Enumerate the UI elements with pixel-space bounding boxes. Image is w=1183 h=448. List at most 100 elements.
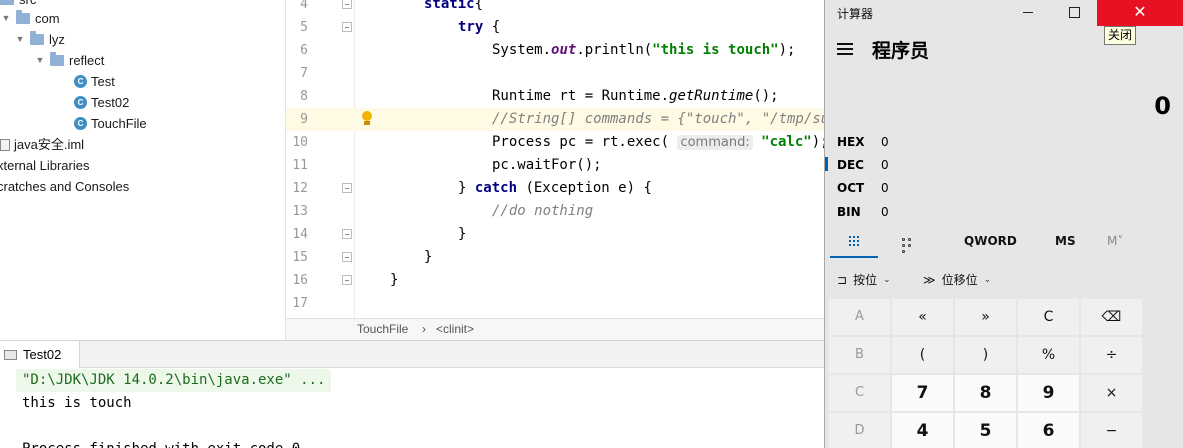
code-line[interactable]: 5 try { <box>286 16 824 39</box>
run-console[interactable]: "D:\JDK\JDK 14.0.2\bin\java.exe" ... thi… <box>0 368 824 448</box>
chevron-down-icon[interactable]: ▼ <box>14 29 26 50</box>
full-keypad-toggle[interactable] <box>830 232 878 258</box>
key-5[interactable]: 5 <box>955 413 1016 448</box>
close-button[interactable]: ✕ <box>1097 0 1183 26</box>
tree-item-test[interactable]: C Test <box>74 71 115 92</box>
breadcrumb: TouchFile › <clinit> <box>286 318 824 340</box>
key-hex-c[interactable]: C <box>829 375 890 411</box>
tree-item-label: reflect <box>69 53 105 68</box>
radix-value: 0 <box>881 158 889 172</box>
key-hex-a[interactable]: A <box>829 299 890 335</box>
code-token: { <box>474 0 484 12</box>
key-backspace[interactable]: ⌫ <box>1081 299 1142 335</box>
key-rotate-right[interactable]: » <box>955 299 1016 335</box>
key-modulo[interactable]: % <box>1018 337 1079 373</box>
bit-toggling-keypad-button[interactable] <box>893 232 923 258</box>
code-line[interactable]: 12} catch (Exception e) { <box>286 177 824 200</box>
tree-item-test02[interactable]: C Test02 <box>74 92 129 113</box>
code-line[interactable]: 9 //String[] commands = {"touch", "/tmp/s… <box>286 108 824 131</box>
module-file-icon <box>0 138 10 151</box>
key-clear[interactable]: C <box>1018 299 1079 335</box>
mode-title: 程序员 <box>872 40 930 62</box>
key-close-paren[interactable]: ) <box>955 337 1016 373</box>
code-token: } <box>424 249 433 265</box>
tree-item-label: cratches and Consoles <box>0 179 130 194</box>
chevron-down-icon[interactable]: ▼ <box>0 8 12 29</box>
chevron-down-icon: ⌄ <box>983 275 992 285</box>
code-line[interactable]: 14} <box>286 223 824 246</box>
fold-marker-icon[interactable] <box>342 252 352 262</box>
code-line[interactable]: 15} <box>286 246 824 269</box>
key-9[interactable]: 9 <box>1018 375 1079 411</box>
minimize-button[interactable] <box>1005 0 1051 26</box>
menu-icon[interactable] <box>837 43 853 55</box>
tree-item-scratches[interactable]: cratches and Consoles <box>0 176 129 197</box>
tree-item-label: xternal Libraries <box>0 158 90 173</box>
key-subtract[interactable]: − <box>1081 413 1142 448</box>
bitwise-label: 按位 <box>853 273 878 287</box>
calculator-display: 0 <box>1154 92 1171 120</box>
code-token: System. <box>492 42 552 58</box>
key-divide[interactable]: ÷ <box>1081 337 1142 373</box>
java-class-icon: C <box>74 117 87 130</box>
key-open-paren[interactable]: ( <box>892 337 953 373</box>
fold-marker-icon[interactable] <box>342 0 352 9</box>
chevron-down-icon[interactable]: ▼ <box>34 50 46 71</box>
tree-item-label: com <box>35 11 60 26</box>
key-rotate-left[interactable]: « <box>892 299 953 335</box>
code-line[interactable]: 11 pc.waitFor(); <box>286 154 824 177</box>
code-line[interactable]: 10 Process pc = rt.exec( command: "calc")… <box>286 131 824 154</box>
tree-item-lyz[interactable]: ▼ lyz <box>14 29 65 50</box>
fold-marker-icon[interactable] <box>342 22 352 32</box>
code-line[interactable]: 7 <box>286 62 824 85</box>
radix-name: DEC <box>837 158 864 172</box>
key-7[interactable]: 7 <box>892 375 953 411</box>
tree-item-touchfile[interactable]: C TouchFile <box>74 113 147 134</box>
code-line[interactable]: 13 //do nothing <box>286 200 824 223</box>
bitwise-dropdown[interactable]: ⊐ 按位 ⌄ <box>837 270 891 290</box>
code-line[interactable]: 4 static{ <box>286 0 824 16</box>
keypad-icon <box>849 236 861 248</box>
fold-marker-icon[interactable] <box>342 229 352 239</box>
fold-marker-icon[interactable] <box>342 183 352 193</box>
radix-name: OCT <box>837 181 865 195</box>
window-title: 计算器 <box>837 7 874 21</box>
intention-bulb-icon[interactable] <box>361 111 373 127</box>
line-number: 11 <box>292 158 308 173</box>
java-class-icon: C <box>74 75 87 88</box>
maximize-button[interactable] <box>1051 0 1097 26</box>
memory-store-button[interactable]: MS <box>1055 234 1076 248</box>
code-token: .println( <box>576 42 653 58</box>
tree-item-label: Test02 <box>91 95 130 110</box>
memory-button[interactable]: M˅ <box>1107 234 1123 248</box>
bitshift-dropdown[interactable]: ≫ 位移位 ⌄ <box>923 270 991 290</box>
code-token: out <box>551 42 577 58</box>
key-8[interactable]: 8 <box>955 375 1016 411</box>
key-multiply[interactable]: × <box>1081 375 1142 411</box>
fold-marker-icon[interactable] <box>342 275 352 285</box>
tree-item-reflect[interactable]: ▼ reflect <box>34 50 104 71</box>
word-size-button[interactable]: QWORD <box>964 234 1017 248</box>
folder-icon <box>50 52 64 66</box>
code-line[interactable]: 6 System.out.println("this is touch"); <box>286 39 824 62</box>
code-editor[interactable]: 4 static{5 try {6 System.out.println("this … <box>286 0 824 318</box>
code-line[interactable]: 8 Runtime rt = Runtime.getRuntime(); <box>286 85 824 108</box>
code-token: Runtime rt = Runtime. <box>492 88 670 104</box>
breadcrumb-member[interactable]: <clinit> <box>436 319 474 340</box>
bitshift-label: 位移位 <box>941 273 978 287</box>
code-line[interactable]: 16} <box>286 269 824 292</box>
key-4[interactable]: 4 <box>892 413 953 448</box>
breadcrumb-file[interactable]: TouchFile <box>357 319 408 340</box>
console-line: this is touch <box>22 395 132 411</box>
tree-item-label: java安全.iml <box>14 137 85 152</box>
code-text: Runtime rt = Runtime.getRuntime(); <box>492 85 779 108</box>
run-tab-test02[interactable]: Test02 <box>0 341 80 368</box>
tree-item-external-libraries[interactable]: xternal Libraries <box>0 155 90 176</box>
key-6[interactable]: 6 <box>1018 413 1079 448</box>
tree-item-iml[interactable]: java安全.iml <box>0 134 84 155</box>
code-line[interactable]: 17 <box>286 292 824 315</box>
key-hex-b[interactable]: B <box>829 337 890 373</box>
key-hex-d[interactable]: D <box>829 413 890 448</box>
tree-item-com[interactable]: ▼ com <box>0 8 60 29</box>
java-class-icon: C <box>74 96 87 109</box>
